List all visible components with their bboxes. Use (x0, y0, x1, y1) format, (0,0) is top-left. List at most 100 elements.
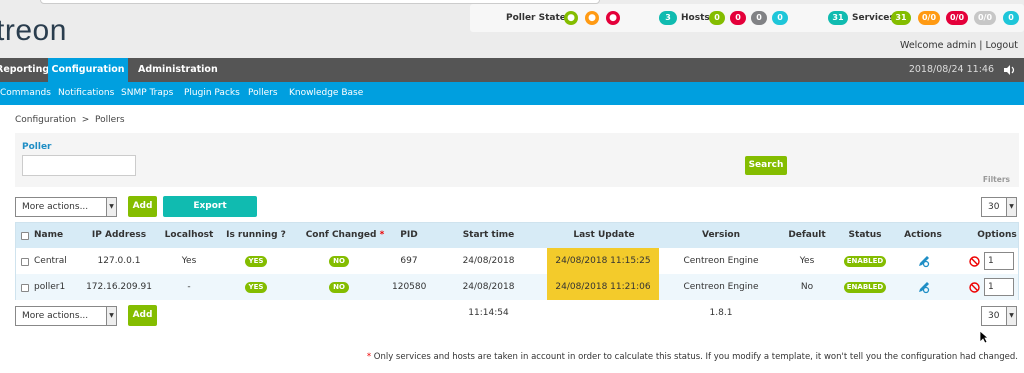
pid-value: 120580 (392, 282, 427, 292)
poller-states-label: Poller States (506, 13, 572, 23)
localhost-value: Yes (181, 256, 197, 266)
page-size-select-bottom[interactable]: 30 ▼ (981, 306, 1017, 326)
running-badge: YES (245, 256, 267, 267)
conf-changed-badge: NO (329, 282, 349, 293)
services-total-badge[interactable]: 31 (828, 11, 848, 25)
row-checkbox[interactable] (21, 258, 29, 266)
poller-latency-icon[interactable]: ● (585, 11, 599, 25)
submenu-pollers[interactable]: Pollers (248, 82, 278, 105)
poller-name-link[interactable]: poller1 (34, 274, 84, 300)
chevron-down-icon: ▼ (106, 307, 116, 325)
delete-icon[interactable] (969, 282, 980, 293)
services-pending-badge[interactable]: 0 (1003, 11, 1019, 25)
pollers-table: Name IP Address Localhost Is running ? C… (15, 222, 1019, 318)
conf-changed-badge: NO (329, 256, 349, 267)
col-last-update[interactable]: Last Update (548, 223, 660, 248)
conf-changed-label: Conf Changed (305, 230, 377, 240)
search-button[interactable]: Search (745, 156, 787, 175)
submenu-knowledge-base[interactable]: Knowledge Base (289, 82, 363, 105)
default-value: Yes (799, 256, 815, 266)
poller-search-input[interactable] (22, 155, 136, 176)
edit-poller-icon[interactable] (917, 254, 931, 268)
col-actions: Actions (904, 230, 942, 240)
services-unknown-badge[interactable]: 0/0 (974, 11, 996, 25)
edit-poller-icon[interactable] (917, 280, 931, 294)
col-status[interactable]: Status (840, 223, 890, 248)
start-time-value: 24/08/2018 11:14:54 (462, 282, 515, 318)
filters-toggle[interactable]: Filters (983, 175, 1010, 184)
duplicate-count-input[interactable]: 1 (984, 252, 1014, 270)
mouse-cursor-icon (979, 330, 989, 344)
poller-stats-icon[interactable]: ● (606, 11, 620, 25)
table-header: Name IP Address Localhost Is running ? C… (16, 223, 1018, 248)
col-ip-address[interactable]: IP Address (84, 223, 154, 248)
main-menu: Reporting Configuration Administration 2… (0, 58, 1024, 82)
required-mark: * (379, 230, 385, 240)
hosts-total-badge[interactable]: 3 (659, 11, 677, 25)
hosts-label: Hosts (681, 13, 710, 23)
hosts-up-badge[interactable]: 0 (709, 11, 725, 25)
col-name[interactable]: Name (34, 223, 64, 248)
add-poller-button[interactable]: Add (128, 196, 157, 217)
col-pid[interactable]: PID (392, 223, 426, 248)
col-default[interactable]: Default (782, 223, 832, 248)
ip-address: 172.16.209.91 (86, 282, 152, 292)
page-size-value: 30 (988, 311, 1000, 321)
last-update-value: 24/08/2018 11:21:06 (555, 282, 651, 292)
menu-configuration[interactable]: Configuration (48, 58, 128, 82)
col-localhost[interactable]: Localhost (159, 223, 219, 248)
server-datetime: 2018/08/24 11:46 (908, 64, 994, 75)
status-badge: ENABLED (844, 256, 886, 267)
col-start-time[interactable]: Start time (441, 223, 536, 248)
row-checkbox[interactable] (21, 284, 29, 292)
hosts-down-badge[interactable]: 0 (730, 11, 746, 25)
breadcrumb[interactable]: Configuration > Pollers (15, 115, 125, 125)
version-value: Centreon Engine 1.8.1 (683, 282, 759, 318)
services-critical-badge[interactable]: 0/0 (946, 11, 968, 25)
table-row: Central 127.0.0.1 Yes YES NO 697 24/08/2… (16, 248, 1018, 292)
submenu-plugin-packs[interactable]: Plugin Packs (184, 82, 240, 105)
default-value: No (800, 282, 814, 292)
col-options: Options (977, 230, 1017, 240)
submenu-commands[interactable]: Commands (0, 82, 51, 105)
submenu-snmp-traps[interactable]: SNMP Traps (121, 82, 173, 105)
add-poller-button-bottom[interactable]: Add (128, 305, 157, 326)
status-badge: ENABLED (844, 282, 886, 293)
submenu-notifications[interactable]: Notifications (58, 82, 114, 105)
col-is-running[interactable]: Is running ? (224, 223, 288, 248)
duplicate-count-input[interactable]: 1 (984, 278, 1014, 296)
services-label: Services (852, 13, 895, 23)
col-conf-changed[interactable]: Conf Changed * (300, 223, 390, 248)
delete-icon[interactable] (969, 256, 980, 267)
page-size-select-top[interactable]: 30 ▼ (981, 197, 1017, 217)
chevron-down-icon: ▼ (1006, 307, 1016, 325)
more-actions-label: More actions... (22, 311, 89, 321)
chevron-down-icon: ▼ (1006, 198, 1016, 216)
more-actions-select-top[interactable]: More actions... ▼ (15, 197, 117, 217)
select-all-checkbox[interactable] (21, 232, 29, 240)
table-row: poller1 172.16.209.91 - YES NO 120580 24… (16, 274, 1018, 318)
chevron-down-icon: ▼ (106, 198, 116, 216)
welcome-logout[interactable]: Welcome admin | Logout (900, 40, 1018, 51)
last-update-value: 24/08/2018 11:15:25 (555, 256, 651, 266)
filter-panel (15, 133, 1019, 187)
sound-icon[interactable] (1004, 65, 1016, 75)
menu-administration[interactable]: Administration (138, 58, 218, 82)
menu-reporting[interactable]: Reporting (0, 58, 49, 82)
footnote-text: Only services and hosts are taken in acc… (371, 352, 1018, 362)
export-configuration-button[interactable]: Export configuration (163, 196, 257, 232)
more-actions-select-bottom[interactable]: More actions... ▼ (15, 306, 117, 326)
hosts-pending-badge[interactable]: 0 (772, 11, 788, 25)
pid-value: 697 (400, 256, 418, 266)
more-actions-label: More actions... (22, 202, 89, 212)
running-badge: YES (245, 282, 267, 293)
ip-address: 127.0.0.1 (97, 256, 141, 266)
poller-database-icon[interactable]: ● (564, 11, 578, 25)
hosts-unreachable-badge[interactable]: 0 (751, 11, 767, 25)
sub-menu: Commands Notifications SNMP Traps Plugin… (0, 82, 1024, 105)
poller-name-link[interactable]: Central (34, 248, 84, 274)
col-version[interactable]: Version (671, 223, 771, 248)
services-ok-badge[interactable]: 31 (891, 11, 911, 25)
centreon-logo[interactable]: treon (0, 14, 67, 48)
services-warning-badge[interactable]: 0/0 (918, 11, 940, 25)
